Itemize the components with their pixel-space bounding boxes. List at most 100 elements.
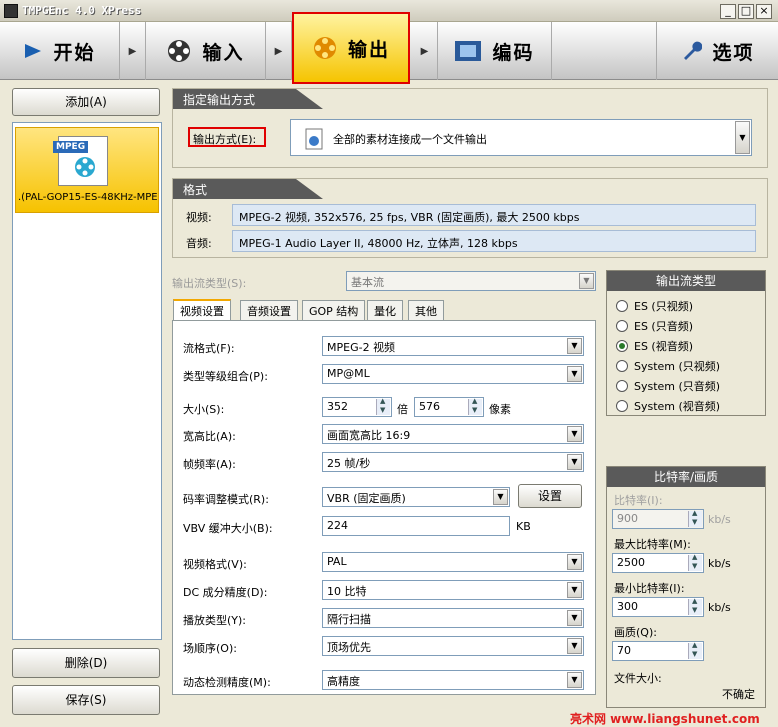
tab-quantization[interactable]: 量化: [367, 300, 403, 320]
output-stream-option[interactable]: ES (只视频): [616, 296, 762, 316]
chevron-down-icon: ▼: [493, 489, 508, 505]
output-method-label: 输出方式(E):: [188, 127, 266, 147]
bitrate-unit: kb/s: [708, 513, 731, 526]
vbv-unit: KB: [516, 520, 531, 533]
max-bitrate-input[interactable]: 2500: [612, 553, 704, 573]
chevron-down-icon: ▼: [567, 366, 582, 382]
save-button[interactable]: 保存(S): [12, 685, 160, 715]
minimize-button[interactable]: _: [720, 4, 736, 19]
tab-video-settings[interactable]: 视频设置: [173, 299, 231, 320]
rate-mode-label: 码率调整模式(R):: [183, 493, 269, 506]
output-stream-header: 输出流类型: [607, 271, 765, 291]
audio-label: 音频:: [186, 237, 212, 250]
spin-icon[interactable]: [376, 397, 390, 415]
bitrate-label: 比特率(I):: [614, 494, 663, 507]
maximize-button[interactable]: □: [738, 4, 754, 19]
output-stream-option-label: ES (只视频): [634, 300, 694, 313]
spin-icon[interactable]: [688, 509, 702, 527]
chevron-down-icon: ▼: [579, 273, 594, 289]
output-stream-option-label: System (只音频): [634, 380, 721, 393]
stream-type-label: 输出流类型(S):: [172, 277, 247, 290]
chevron-down-icon: ▼: [567, 638, 582, 654]
bitrate-input[interactable]: 900: [612, 509, 704, 529]
tab-audio-settings[interactable]: 音频设置: [240, 300, 298, 320]
radio-button[interactable]: [616, 360, 628, 372]
bitrate-header: 比特率/画质: [607, 467, 765, 487]
chevron-down-icon: ▼: [567, 582, 582, 598]
size-label: 大小(S):: [183, 403, 225, 416]
settings-button[interactable]: 设置: [518, 484, 582, 508]
output-method-header: 指定输出方式: [173, 89, 323, 109]
input-button[interactable]: 输入: [146, 22, 266, 80]
close-button[interactable]: ×: [756, 4, 772, 19]
framerate-label: 帧频率(A):: [183, 458, 236, 471]
min-bitrate-input[interactable]: 300: [612, 597, 704, 617]
video-format-select[interactable]: PAL ▼: [322, 552, 584, 572]
max-bitrate-label: 最大比特率(M):: [614, 538, 691, 551]
spin-icon[interactable]: [688, 553, 702, 571]
divider: [180, 662, 590, 663]
output-button[interactable]: 输出: [292, 12, 410, 84]
profile-select[interactable]: MP@ML ▼: [322, 364, 584, 384]
chevron-right-icon: ▶: [412, 22, 438, 80]
radio-button[interactable]: [616, 380, 628, 392]
chevron-down-icon: ▼: [567, 554, 582, 570]
aspect-select[interactable]: 画面宽高比 16:9 ▼: [322, 424, 584, 444]
output-stream-option[interactable]: System (视音频): [616, 396, 762, 416]
encode-button[interactable]: 编码: [438, 22, 552, 80]
aspect-label: 宽高比(A):: [183, 430, 236, 443]
spin-icon[interactable]: [468, 397, 482, 415]
tab-other[interactable]: 其他: [408, 300, 444, 320]
output-stream-option[interactable]: System (只视频): [616, 356, 762, 376]
app-icon: [4, 4, 18, 18]
radio-button[interactable]: [616, 400, 628, 412]
output-stream-option-label: ES (只音频): [634, 320, 694, 333]
field-order-select[interactable]: 顶场优先 ▼: [322, 636, 584, 656]
min-bitrate-unit: kb/s: [708, 601, 731, 614]
framerate-select[interactable]: 25 帧/秒 ▼: [322, 452, 584, 472]
output-stream-option[interactable]: ES (只音频): [616, 316, 762, 336]
filesize-label: 文件大小:: [614, 672, 662, 685]
divider: [180, 390, 590, 391]
add-button[interactable]: 添加(A): [12, 88, 160, 116]
radio-button[interactable]: [616, 340, 628, 352]
stream-format-select[interactable]: MPEG-2 视频 ▼: [322, 336, 584, 356]
options-button[interactable]: 选项: [656, 22, 778, 80]
video-format-info: MPEG-2 视频, 352x576, 25 fps, VBR (固定画质), …: [232, 204, 756, 226]
stream-type-select[interactable]: 基本流 ▼: [346, 271, 596, 291]
delete-button[interactable]: 删除(D): [12, 648, 160, 678]
radio-button[interactable]: [616, 320, 628, 332]
output-stream-option[interactable]: System (只音频): [616, 376, 762, 396]
chevron-down-icon[interactable]: ▼: [735, 121, 750, 154]
clip-filename: .(PAL-GOP15-ES-48KHz-MPE(: [18, 192, 158, 203]
height-input[interactable]: 576: [414, 397, 484, 417]
divider: [180, 544, 590, 545]
rate-mode-select[interactable]: VBR (固定画质) ▼: [322, 487, 510, 507]
chevron-down-icon: ▼: [567, 338, 582, 354]
min-bitrate-label: 最小比特率(I):: [614, 582, 685, 595]
output-stream-option[interactable]: ES (视音频): [616, 336, 762, 356]
scan-type-select[interactable]: 隔行扫描 ▼: [322, 608, 584, 628]
width-input[interactable]: 352: [322, 397, 392, 417]
divider: [180, 478, 590, 479]
radio-button[interactable]: [616, 300, 628, 312]
motion-precision-select[interactable]: 高精度 ▼: [322, 670, 584, 690]
quality-input[interactable]: 70: [612, 641, 704, 661]
film-reel-icon: [75, 157, 95, 177]
vbv-label: VBV 缓冲大小(B):: [183, 522, 273, 535]
vbv-input[interactable]: 224: [322, 516, 510, 536]
start-button[interactable]: 开始: [0, 22, 120, 80]
tab-gop-structure[interactable]: GOP 结构: [302, 300, 366, 320]
dc-precision-select[interactable]: 10 比特 ▼: [322, 580, 584, 600]
scan-type-label: 播放类型(Y):: [183, 614, 247, 627]
video-label: 视频:: [186, 211, 212, 224]
format-header: 格式: [173, 179, 323, 199]
spin-icon[interactable]: [688, 597, 702, 615]
output-method-select[interactable]: 全部的素材连接成一个文件输出 ▼: [290, 119, 752, 156]
output-stream-option-label: ES (视音频): [634, 340, 694, 353]
output-stream-options: ES (只视频) ES (只音频) ES (视音频) System (只视频) Syst…: [616, 296, 762, 416]
filesize-value: 不确定: [722, 688, 755, 701]
clip-item[interactable]: MPEG .(PAL-GOP15-ES-48KHz-MPE(: [15, 127, 159, 213]
field-order-label: 场顺序(O):: [183, 642, 237, 655]
spin-icon[interactable]: [688, 641, 702, 659]
